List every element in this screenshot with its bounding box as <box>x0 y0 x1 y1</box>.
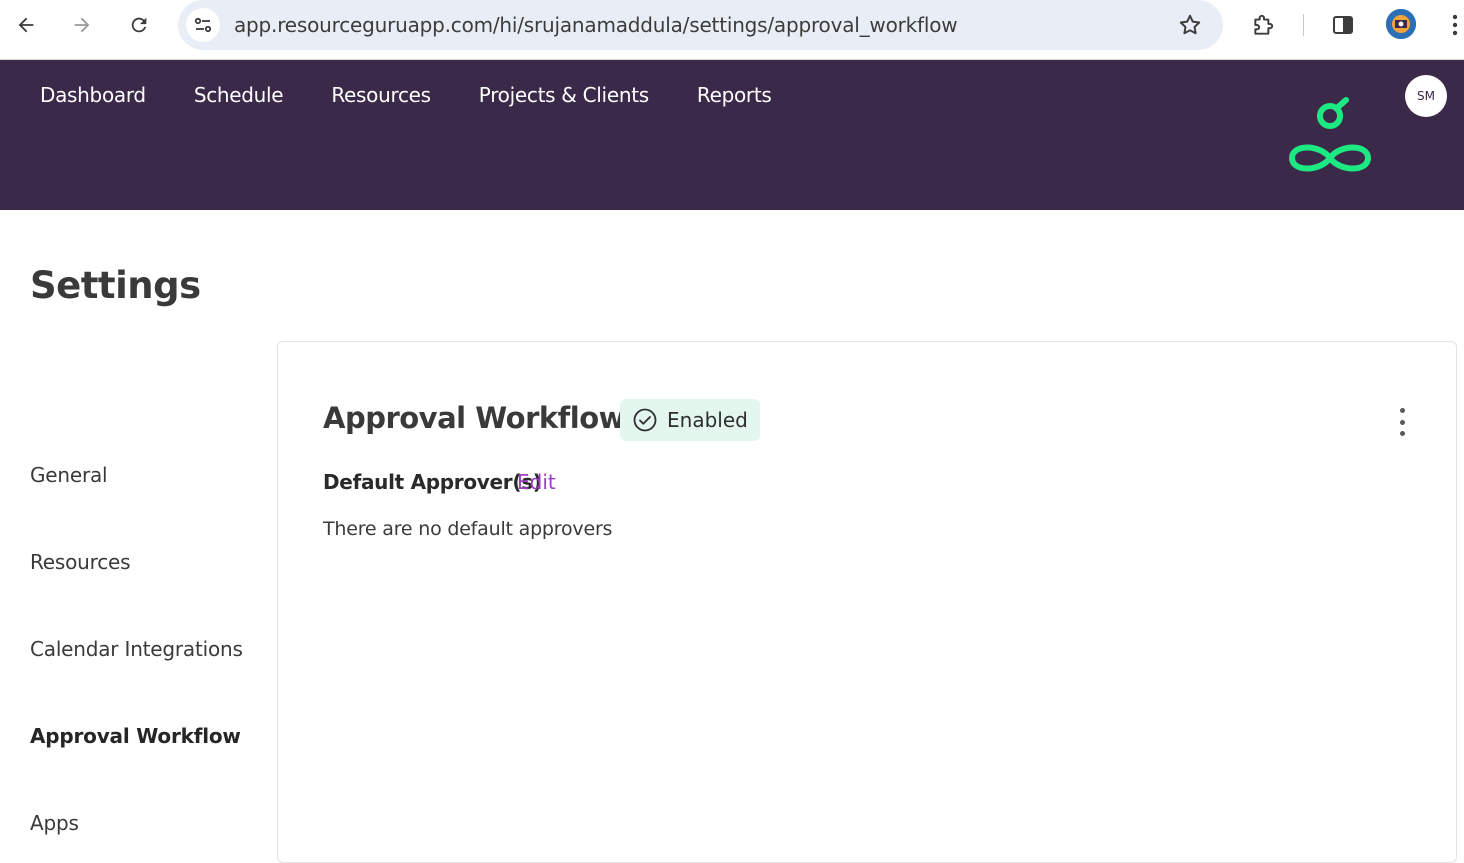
kebab-dot <box>1399 431 1405 436</box>
user-avatar[interactable]: SM <box>1405 75 1447 117</box>
puzzle-icon <box>1254 14 1274 35</box>
card-title: Approval Workflow <box>323 401 625 435</box>
browser-toolbar: app.resourceguruapp.com/hi/srujanamaddul… <box>0 0 1464 60</box>
side-panel-button[interactable] <box>1328 10 1358 40</box>
side-panel-icon <box>1333 16 1353 34</box>
more-vertical-icon <box>1452 14 1458 36</box>
sidebar-item-apps[interactable]: Apps <box>30 811 79 835</box>
edit-approvers-link[interactable]: Edit <box>517 470 556 494</box>
status-badge-label: Enabled <box>667 408 748 432</box>
nav-reports[interactable]: Reports <box>697 83 772 107</box>
back-button[interactable] <box>8 7 44 43</box>
kebab-dot <box>1399 408 1405 413</box>
sidebar-item-resources[interactable]: Resources <box>30 550 131 574</box>
site-info-button[interactable] <box>186 8 220 42</box>
default-approvers-label: Default Approver(s) <box>323 470 542 494</box>
profile-avatar[interactable] <box>1386 9 1416 39</box>
back-arrow-icon <box>18 17 34 33</box>
nav-dashboard[interactable]: Dashboard <box>40 83 146 107</box>
reload-icon <box>131 17 147 33</box>
kebab-dot <box>1399 419 1405 425</box>
forward-button[interactable] <box>64 7 100 43</box>
forward-arrow-icon <box>74 17 90 33</box>
check-circle-icon <box>632 407 658 433</box>
url-text[interactable]: app.resourceguruapp.com/hi/srujanamaddul… <box>234 13 958 37</box>
page-title: Settings <box>30 264 201 307</box>
card-options-button[interactable] <box>1390 408 1414 436</box>
reload-button[interactable] <box>121 7 157 43</box>
extensions-button[interactable] <box>1249 10 1279 40</box>
tune-icon <box>194 17 212 33</box>
empty-approvers-message: There are no default approvers <box>323 518 613 540</box>
status-badge: Enabled <box>620 399 760 441</box>
sidebar-item-general[interactable]: General <box>30 463 108 487</box>
nav-resources[interactable]: Resources <box>331 83 431 107</box>
sidebar-item-calendar-integrations[interactable]: Calendar Integrations <box>30 637 243 661</box>
resource-guru-logo-icon[interactable] <box>1286 96 1376 176</box>
nav-schedule[interactable]: Schedule <box>194 83 284 107</box>
main-nav: Dashboard Schedule Resources Projects & … <box>40 83 820 107</box>
browser-menu-button[interactable] <box>1440 10 1464 40</box>
sidebar-item-approval-workflow[interactable]: Approval Workflow <box>30 724 241 748</box>
address-bar[interactable]: app.resourceguruapp.com/hi/srujanamaddul… <box>178 0 1223 50</box>
toolbar-separator <box>1303 14 1304 36</box>
approval-workflow-card: Approval Workflow Enabled Default Approv… <box>277 341 1457 863</box>
app-header: Dashboard Schedule Resources Projects & … <box>0 60 1464 210</box>
bookmark-star-icon[interactable] <box>1177 12 1203 38</box>
profile-picture-icon <box>1386 9 1416 39</box>
nav-projects-clients[interactable]: Projects & Clients <box>479 83 649 107</box>
